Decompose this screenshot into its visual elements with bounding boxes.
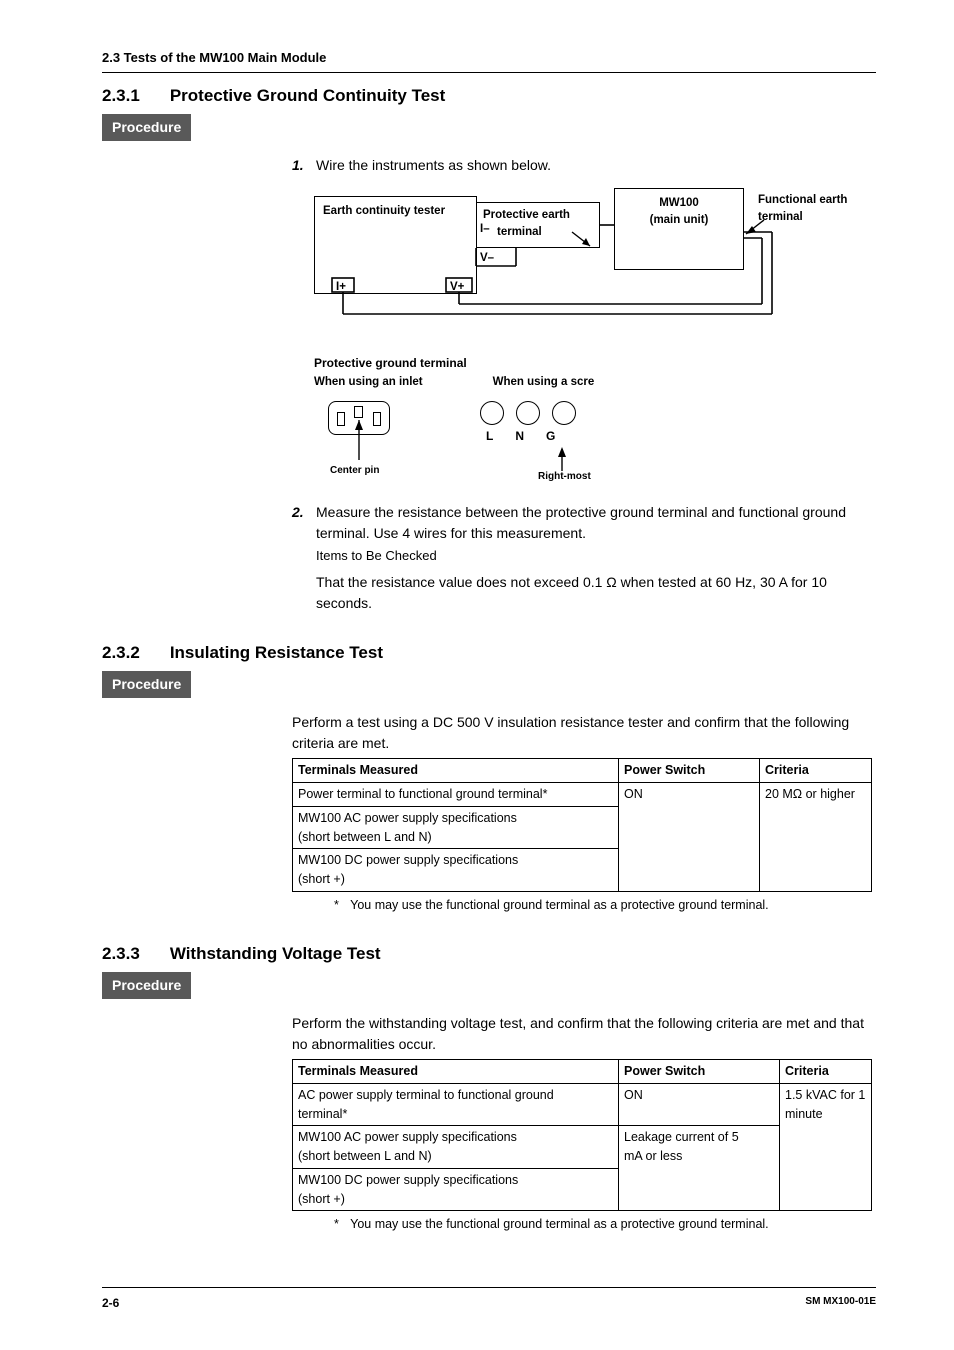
pg-title: Protective ground terminal	[314, 354, 876, 372]
footnote-star: *	[334, 1217, 339, 1231]
heading-title: Protective Ground Continuity Test	[170, 83, 445, 109]
step-number: 1.	[292, 155, 316, 176]
cell-line: AC power supply terminal to functional g…	[298, 1088, 554, 1102]
procedure-badge: Procedure	[102, 114, 191, 141]
th-terminals: Terminals Measured	[293, 1060, 619, 1084]
intro-text: Perform the withstanding voltage test, a…	[292, 1013, 876, 1055]
procedure-badge: Procedure	[102, 972, 191, 999]
inlet-graphic: Center pin	[328, 401, 390, 478]
rightmost-label: Right-most	[538, 469, 591, 484]
screw-graphic: L N G Right-most	[480, 401, 591, 484]
cell-line: (short between L and N)	[298, 1149, 432, 1163]
heading-number: 2.3.2	[102, 640, 140, 666]
cell-line: Leakage current of 5	[624, 1130, 739, 1144]
cell-line: minute	[785, 1107, 823, 1121]
cell-line: terminal*	[298, 1107, 347, 1121]
v-minus-label: V–	[480, 250, 494, 267]
protective-terminal-label: Protective earth	[483, 209, 570, 221]
th-criteria: Criteria	[780, 1060, 872, 1084]
doc-id: SM MX100-01E	[805, 1294, 876, 1312]
section-header: 2.3 Tests of the MW100 Main Module	[102, 48, 876, 73]
cell-line: mA or less	[624, 1149, 682, 1163]
step-text: Measure the resistance between the prote…	[316, 502, 876, 544]
mw100-sublabel: (main unit)	[650, 214, 709, 226]
footnote-text: You may use the functional ground termin…	[350, 898, 769, 912]
protective-terminal-label-2: terminal	[497, 226, 542, 238]
td: ON	[619, 783, 760, 892]
page-number: 2-6	[102, 1294, 119, 1312]
td: MW100 AC power supply specifications (sh…	[293, 1126, 619, 1169]
th-power-switch: Power Switch	[619, 1060, 780, 1084]
cell-line: 1.5 kVAC for 1	[785, 1088, 865, 1102]
th-power-switch: Power Switch	[619, 759, 760, 783]
procedure-badge: Procedure	[102, 671, 191, 698]
heading-number: 2.3.1	[102, 83, 140, 109]
step-items-heading: Items to Be Checked	[316, 546, 876, 566]
mw100-label: MW100	[659, 197, 699, 209]
screw-circle-icon	[552, 401, 576, 425]
footnote-text: You may use the functional ground termin…	[350, 1217, 769, 1231]
td: 20 MΩ or higher	[760, 783, 872, 892]
screw-circle-icon	[480, 401, 504, 425]
cell-line: MW100 AC power supply specifications	[298, 811, 517, 825]
td: MW100 DC power supply specifications (sh…	[293, 1168, 619, 1211]
step-criteria: That the resistance value does not excee…	[316, 572, 876, 614]
step-number: 2.	[292, 502, 316, 614]
footnote-star: *	[334, 898, 339, 912]
wiring-diagram: Earth continuity tester Protective earth…	[314, 188, 789, 338]
heading-title: Insulating Resistance Test	[170, 640, 383, 666]
cell-line: (short between L and N)	[298, 830, 432, 844]
th-terminals: Terminals Measured	[293, 759, 619, 783]
screw-circle-icon	[516, 401, 540, 425]
i-minus-label: I–	[480, 221, 490, 238]
i-plus-label: I+	[336, 279, 346, 296]
cell-line: (short +)	[298, 1192, 345, 1206]
td: MW100 AC power supply specifications (sh…	[293, 806, 619, 849]
pg-screw-label: When using a scre	[493, 374, 595, 391]
cell-line: (short +)	[298, 872, 345, 886]
insulation-table: Terminals Measured Power Switch Criteria…	[292, 758, 872, 892]
td: 1.5 kVAC for 1 minute	[780, 1083, 872, 1211]
th-criteria: Criteria	[760, 759, 872, 783]
td: Power terminal to functional ground term…	[293, 783, 619, 807]
screw-g-label: G	[546, 427, 555, 445]
td: MW100 DC power supply specifications (sh…	[293, 849, 619, 892]
screw-n-label: N	[515, 427, 524, 445]
td: Leakage current of 5 mA or less	[619, 1126, 780, 1211]
step-text: Wire the instruments as shown below.	[316, 155, 551, 176]
cell-line: MW100 DC power supply specifications	[298, 853, 518, 867]
heading-number: 2.3.3	[102, 941, 140, 967]
earth-tester-label: Earth continuity tester	[323, 205, 445, 217]
td: AC power supply terminal to functional g…	[293, 1083, 619, 1126]
v-plus-label: V+	[450, 279, 464, 296]
functional-terminal-label: Functional earth terminal	[758, 194, 847, 223]
pg-inlet-label: When using an inlet	[314, 374, 423, 391]
page-footer: 2-6 SM MX100-01E	[102, 1287, 876, 1312]
td: ON	[619, 1083, 780, 1126]
heading-title: Withstanding Voltage Test	[170, 941, 381, 967]
cell-line: MW100 DC power supply specifications	[298, 1173, 518, 1187]
withstanding-table: Terminals Measured Power Switch Criteria…	[292, 1059, 872, 1211]
protective-ground-section: Protective ground terminal When using an…	[314, 354, 876, 484]
cell-line: MW100 AC power supply specifications	[298, 1130, 517, 1144]
screw-l-label: L	[486, 427, 493, 445]
intro-text: Perform a test using a DC 500 V insulati…	[292, 712, 876, 754]
